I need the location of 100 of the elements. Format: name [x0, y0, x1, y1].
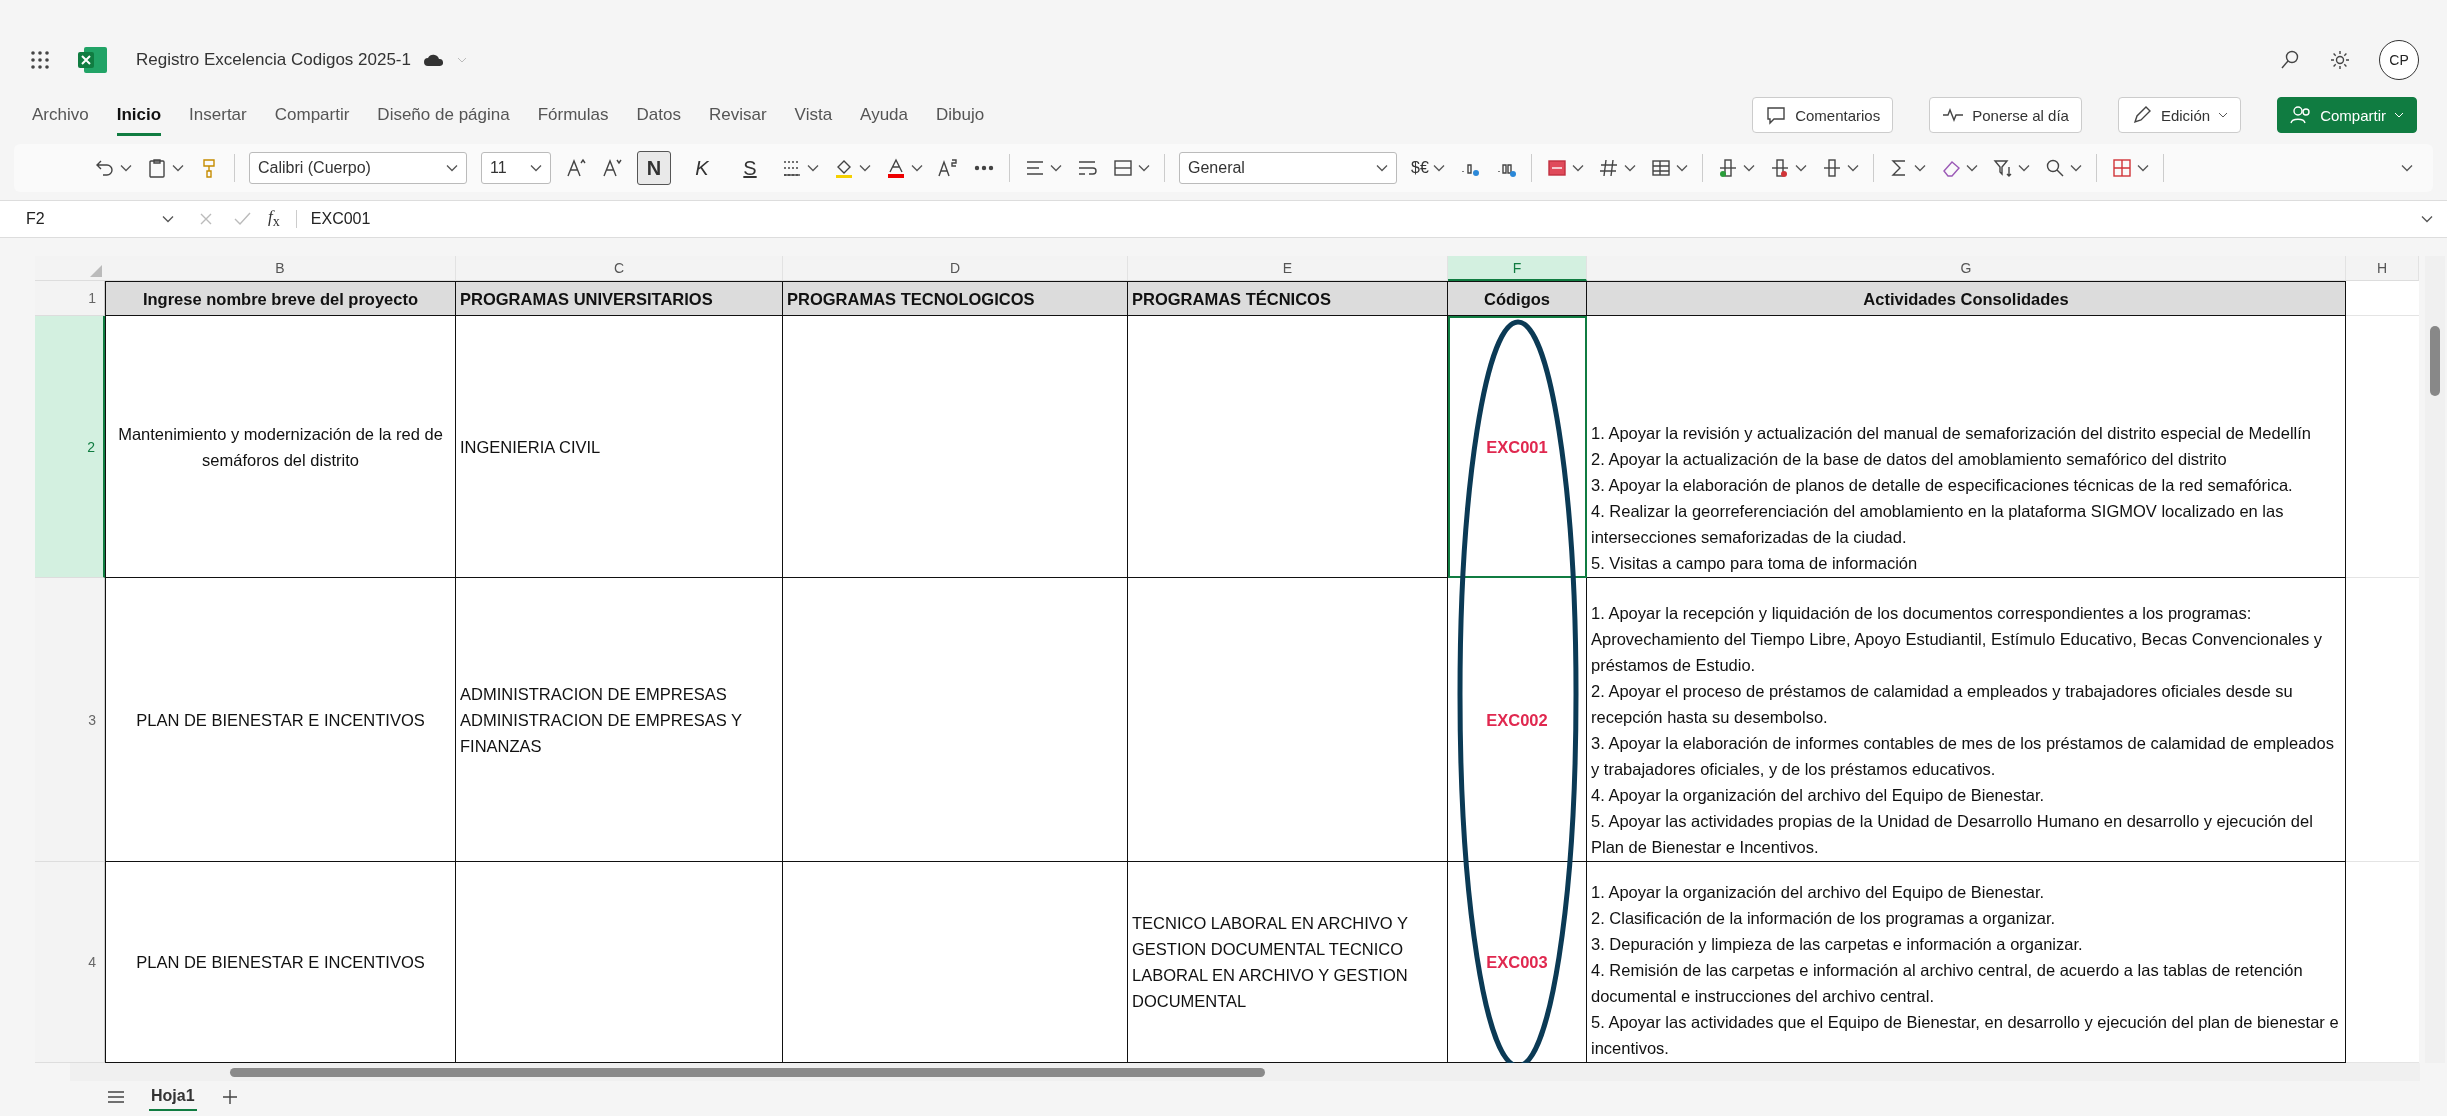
catch-up-button[interactable]: Ponerse al día	[1929, 97, 2082, 133]
caret-icon[interactable]	[1965, 164, 1978, 172]
activity-text: 3. Depuración y limpieza de las carpetas e información a organizar.	[1591, 934, 2084, 955]
caret-icon[interactable]	[2136, 164, 2149, 172]
row-header[interactable]: 1	[35, 281, 105, 316]
number-format-field[interactable]: General	[1179, 152, 1397, 184]
caret-icon[interactable]	[911, 164, 923, 172]
ribbon-tab[interactable]: Vista	[794, 94, 833, 136]
activity-text: 4. Apoyar la organización del archivo del Equipo de Bienestar.	[1591, 785, 2046, 806]
ribbon-tab[interactable]: Ayuda	[860, 94, 908, 136]
caret-icon[interactable]	[172, 164, 184, 172]
column-header[interactable]: F	[1448, 256, 1587, 281]
table-cell: PLAN DE BIENESTAR E INCENTIVOS	[105, 578, 456, 862]
caret-icon[interactable]	[2401, 164, 2413, 172]
conditional-format-icon[interactable]	[1545, 157, 1568, 179]
font-color-icon[interactable]	[885, 157, 907, 179]
column-heading-cell: PROGRAMAS TECNOLOGICOS	[783, 281, 1128, 316]
activity-text: 5. Apoyar las actividades propias de la Unidad de Desarrollo Humano en desarrollo y ejecución del Plan de Bienestar e Incentivos.	[1591, 811, 2314, 858]
decrease-font-icon[interactable]	[601, 157, 623, 179]
column-header[interactable]: G	[1587, 256, 2346, 281]
user-avatar[interactable]: CP	[2379, 40, 2419, 80]
share-button[interactable]: Compartir	[2277, 97, 2417, 133]
activity-text: 3. Apoyar la elaboración de planos de detalle de especificaciones técnicas de la red semafórica.	[1591, 475, 2294, 496]
ribbon-tab[interactable]: Fórmulas	[537, 94, 609, 136]
column-heading-cell: Códigos	[1448, 281, 1587, 316]
ribbon-tab[interactable]: Revisar	[708, 94, 767, 136]
number-sign-icon[interactable]	[1597, 157, 1620, 179]
add-ins-icon[interactable]	[2110, 157, 2133, 179]
ribbon-tab[interactable]: Compartir	[274, 94, 350, 136]
ribbon-tab[interactable]: Archivo	[32, 94, 89, 136]
caret-icon[interactable]	[162, 215, 174, 223]
name-box[interactable]: F2	[20, 209, 180, 229]
search-icon[interactable]	[2279, 49, 2301, 71]
caret-icon[interactable]	[1913, 164, 1926, 172]
caret-icon[interactable]	[1050, 164, 1062, 172]
italic-button[interactable]: K	[685, 151, 719, 185]
merge-cells-icon[interactable]	[1112, 157, 1134, 179]
column-header[interactable]: D	[783, 256, 1128, 281]
column-header[interactable]: B	[105, 256, 456, 281]
caret-icon[interactable]	[1794, 164, 1807, 172]
activity-text: 2. Apoyar el proceso de préstamos de calamidad a empleados y trabajadores oficiales desde su recepción hasta su desembolso.	[1591, 681, 2294, 728]
bold-button[interactable]: N	[637, 151, 671, 185]
people-icon[interactable]	[2290, 104, 2313, 126]
caret-icon[interactable]	[1846, 164, 1859, 172]
caret-icon[interactable]	[1675, 164, 1688, 172]
comment-icon[interactable]	[1765, 104, 1788, 126]
table-format-icon[interactable]	[1649, 157, 1672, 179]
code-cell: EXC001	[1448, 316, 1587, 578]
superscript-icon[interactable]	[937, 157, 959, 179]
activity-text: 1. Apoyar la revisión y actualización del manual de semaforización del distrito especial de Medellín	[1591, 423, 2312, 444]
font-size-field[interactable]: 11	[481, 152, 551, 184]
caret-icon[interactable]	[446, 164, 458, 172]
column-heading-cell: Actividades Consolidades	[1587, 281, 2346, 316]
column-header[interactable]: H	[2346, 256, 2419, 281]
caret-icon[interactable]	[1376, 164, 1388, 172]
caret-icon[interactable]	[1432, 164, 1445, 172]
settings-icon[interactable]	[2329, 49, 2351, 71]
font-name-field[interactable]: Calibri (Cuerpo)	[249, 152, 467, 184]
activity-text: 1. Apoyar la recepción y liquidación de los documentos correspondientes a los programas: Aprovechamiento del Tiempo Libre, Apoyo Estudiantil, Estímulo Educativo, Becas Convencionales y préstamos de Estudio.	[1591, 603, 2323, 676]
activity-text: 3. Apoyar la elaboración de informes contables de mes de los préstamos de calamidad de empleados y trabajadores oficiales, y de los préstamos educativos.	[1591, 733, 2335, 780]
caret-icon[interactable]	[2218, 112, 2229, 118]
caret-icon[interactable]	[2421, 215, 2433, 223]
app-launcher-icon[interactable]	[30, 50, 50, 70]
currency-format-button[interactable]: $€	[1411, 159, 1429, 177]
caret-icon[interactable]	[807, 164, 819, 172]
caret-icon[interactable]	[1138, 164, 1150, 172]
ribbon-tab[interactable]: Datos	[636, 94, 681, 136]
caret-icon[interactable]	[530, 164, 542, 172]
activity-text: 2. Clasificación de la información de los programas a organizar.	[1591, 908, 2057, 929]
sort-filter-icon[interactable]	[1991, 157, 2014, 179]
ribbon-tab[interactable]: Diseño de página	[377, 94, 510, 136]
row-header[interactable]: 3	[35, 578, 105, 862]
editing-mode-button[interactable]: Edición	[2117, 97, 2242, 133]
sheet-tab[interactable]: Hoja1	[149, 1083, 197, 1111]
table-cell: INGENIERIA CIVIL	[456, 316, 783, 578]
caret-icon[interactable]	[1571, 164, 1584, 172]
row-header[interactable]: 2	[35, 316, 105, 578]
scrollbar-thumb[interactable]	[230, 1068, 1265, 1077]
caret-icon[interactable]	[2017, 164, 2030, 172]
caret-icon[interactable]	[859, 164, 871, 172]
increase-font-icon[interactable]	[565, 157, 587, 179]
insert-function-button[interactable]: f$_{x}$	[268, 207, 280, 231]
column-header[interactable]: C	[456, 256, 783, 281]
row-header[interactable]: 4	[35, 862, 105, 1063]
code-cell: EXC002	[1448, 578, 1587, 862]
ribbon-tab[interactable]: Insertar	[189, 94, 247, 136]
ribbon-tab[interactable]: Dibujo	[936, 94, 985, 136]
caret-icon[interactable]	[1623, 164, 1636, 172]
table-cell: ADMINISTRACION DE EMPRESAS ADMINISTRACION DE EMPRESAS Y FINANZAS	[456, 578, 783, 862]
caret-icon[interactable]	[120, 164, 132, 172]
formula-input[interactable]: EXC001	[295, 210, 2405, 228]
scrollbar-thumb[interactable]	[2430, 326, 2440, 396]
spreadsheet-app-icon[interactable]	[78, 46, 108, 74]
ribbon-tab[interactable]: Inicio	[116, 94, 162, 136]
column-header[interactable]: E	[1128, 256, 1448, 281]
underline-button[interactable]: S	[733, 151, 767, 185]
caret-icon[interactable]	[1742, 164, 1755, 172]
caret-icon[interactable]	[2069, 164, 2082, 172]
comments-button[interactable]: Comentarios	[1752, 97, 1894, 133]
clipboard-icon[interactable]	[146, 157, 168, 179]
